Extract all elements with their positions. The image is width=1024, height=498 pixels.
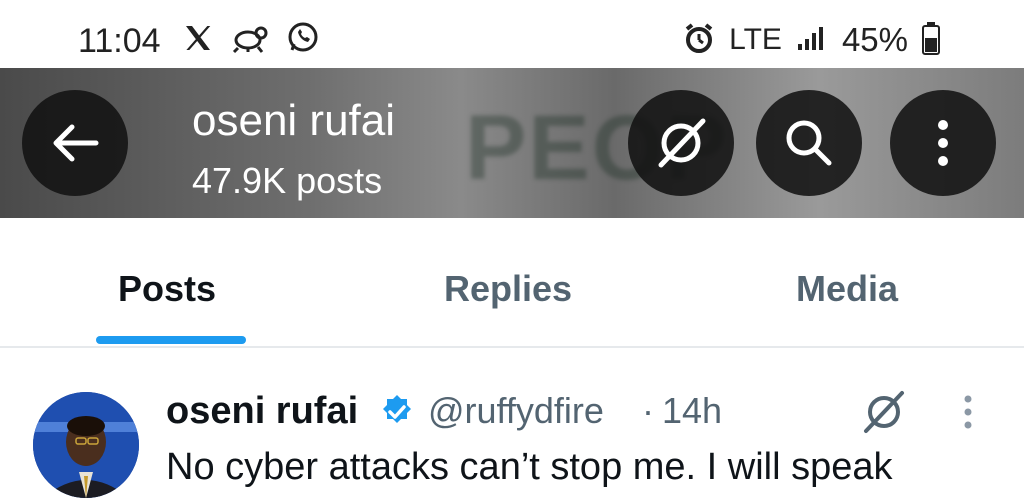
battery-percent: 45% <box>841 21 908 58</box>
avatar[interactable] <box>33 392 139 498</box>
network-type: LTE <box>729 23 782 56</box>
post-timestamp[interactable]: 14h <box>662 390 722 432</box>
x-logo-icon <box>182 22 214 59</box>
profile-name: oseni rufai <box>192 96 396 145</box>
post-count: 47.9K posts <box>192 160 383 201</box>
post-separator: · <box>642 390 654 431</box>
status-bar: 11:04 LTE 45% <box>0 0 1024 68</box>
more-vertical-icon <box>938 120 948 166</box>
post-handle[interactable]: @ruffydfire <box>428 390 604 432</box>
arrow-left-icon <box>53 124 99 162</box>
tab-media[interactable]: Media <box>796 268 898 310</box>
status-right-icons: LTE 45% <box>683 20 940 60</box>
profile-tabs: Posts Replies Media <box>0 218 1024 348</box>
whatsapp-icon <box>286 21 320 60</box>
post-text: No cyber attacks can’t stop me. I will s… <box>166 446 893 488</box>
more-options-button[interactable] <box>890 90 996 196</box>
verified-badge-icon <box>378 393 416 436</box>
back-button[interactable] <box>22 90 128 196</box>
status-left-icons <box>182 20 320 60</box>
status-time: 11:04 <box>78 22 161 60</box>
more-vertical-icon <box>964 395 972 429</box>
grok-icon <box>658 118 706 168</box>
tab-posts[interactable]: Posts <box>118 268 216 310</box>
grok-button[interactable] <box>628 90 734 196</box>
tab-selected-indicator <box>96 336 246 344</box>
bug-icon <box>230 22 270 59</box>
alarm-icon <box>683 22 715 59</box>
search-icon <box>786 120 832 166</box>
search-button[interactable] <box>756 90 862 196</box>
tab-replies[interactable]: Replies <box>444 268 572 310</box>
profile-header: PEOP oseni rufai 47.9K posts <box>0 68 1024 218</box>
grok-icon <box>864 391 904 433</box>
post-grok-button[interactable] <box>858 385 910 442</box>
battery-icon <box>922 21 940 60</box>
post-author-name[interactable]: oseni rufai <box>166 390 358 433</box>
signal-icon <box>796 24 828 57</box>
post-more-button[interactable] <box>958 392 978 441</box>
